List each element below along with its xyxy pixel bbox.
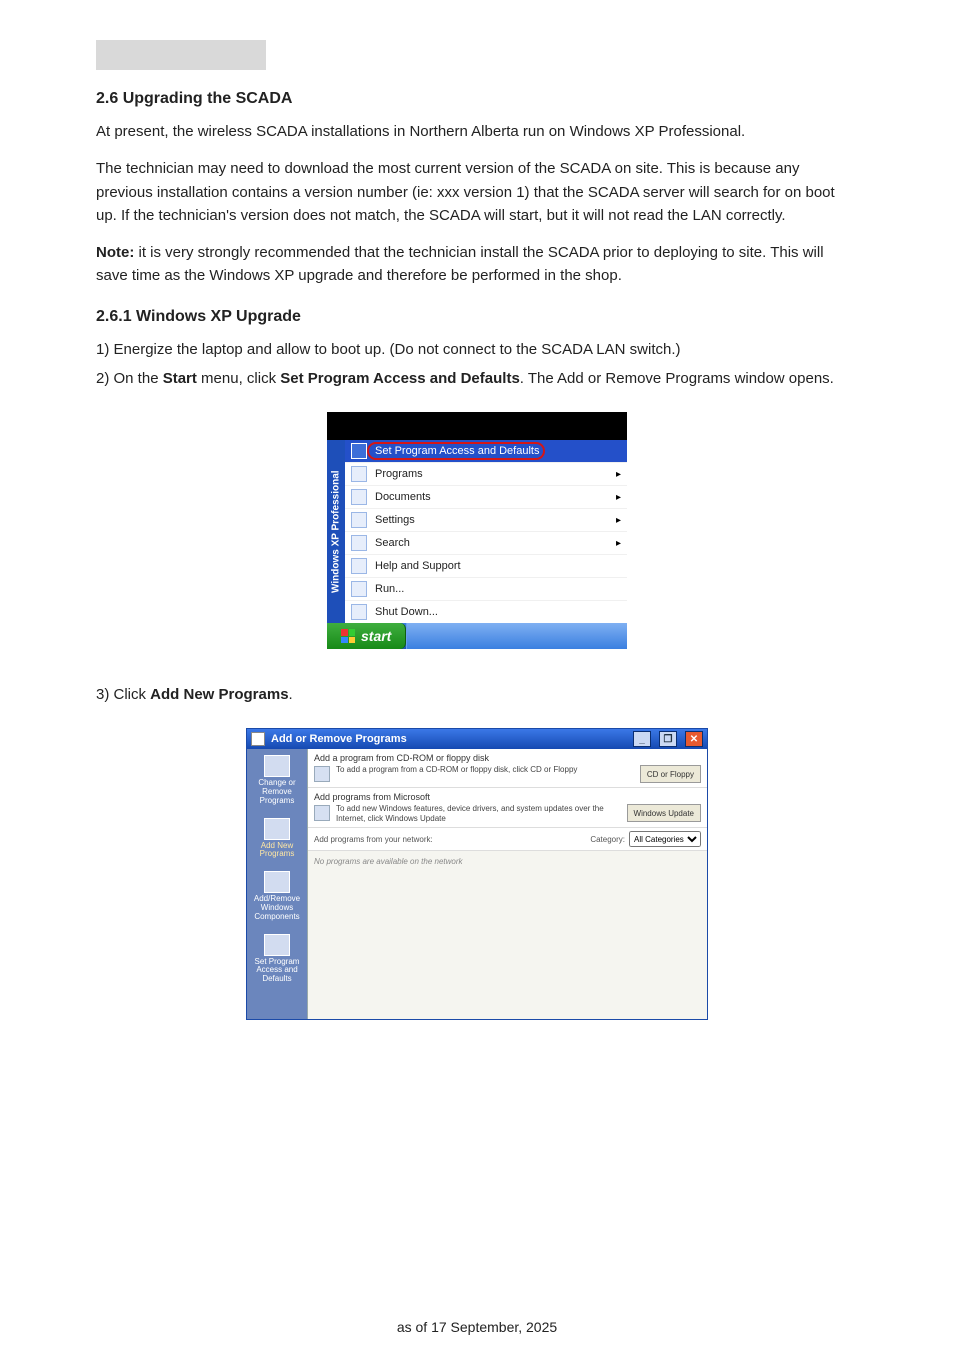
sidebar-label: Add/Remove Windows Components [254,894,300,921]
program-access-icon [264,934,290,956]
figure-start-menu: Windows XP Professional Set Program Acce… [96,412,858,649]
start-menu-item[interactable]: Documents ▸ [345,486,627,509]
minimize-button[interactable]: _ [633,731,651,747]
start-menu-item[interactable]: Help and Support [345,555,627,578]
start-menu-item[interactable]: Settings ▸ [345,509,627,532]
arp-sidebar: Change or Remove Programs Add New Progra… [247,749,307,1019]
note-label: Note: [96,244,134,261]
header-placeholder [96,40,266,70]
add-remove-programs-window: Add or Remove Programs _ ❐ ✕ Change or R… [246,728,708,1020]
section-title: 2.6 Upgrading the SCADA [96,90,858,108]
category-label: Category: [590,835,625,844]
desktop-area [327,412,627,440]
s3b: Add New Programs [150,686,288,703]
intro-p1: At present, the wireless SCADA installat… [96,120,858,143]
window-titlebar: Add or Remove Programs _ ❐ ✕ [247,729,707,749]
sidebar-label: Add New Programs [260,841,295,859]
windows-update-button[interactable]: Windows Update [627,804,701,822]
menu-item-label: Shut Down... [375,606,438,618]
start-button-label: start [361,628,391,644]
submenu-arrow-icon: ▸ [616,492,621,503]
menu-item-icon [351,581,367,597]
windows-components-icon [264,871,290,893]
submenu-arrow-icon: ▸ [616,538,621,549]
taskbar-tray [406,623,627,649]
submenu-arrow-icon: ▸ [616,469,621,480]
arp-network-row: Add programs from your network: Category… [308,828,707,851]
arp-empty-message: No programs are available on the network [308,851,707,1019]
menu-item-label: Run... [375,583,404,595]
s3c: . [289,686,293,703]
s3a: 3) Click [96,686,150,703]
start-menu-screenshot: Windows XP Professional Set Program Acce… [327,412,627,649]
menu-item-label: Settings [375,514,415,526]
s2-spad: Set Program Access and Defaults [280,370,520,387]
sidebar-item-change-remove[interactable]: Change or Remove Programs [249,753,305,805]
start-menu-item[interactable]: Programs ▸ [345,463,627,486]
s2-start: Start [163,370,197,387]
cd-icon [314,766,330,782]
window-icon [251,732,265,746]
page-footer: as of 17 September, 2025 [0,1319,954,1335]
menu-item-label: Help and Support [375,560,461,572]
arp-cdrom-header: Add a program from CD-ROM or floppy disk [314,753,701,763]
arp-ms-header: Add programs from Microsoft [314,792,701,802]
menu-item-label: Set Program Access and Defaults [375,445,539,457]
start-button[interactable]: start [327,623,406,649]
start-menu-item[interactable]: Search ▸ [345,532,627,555]
menu-item-label: Documents [375,491,431,503]
arp-section-cdrom: Add a program from CD-ROM or floppy disk… [308,749,707,788]
category-select[interactable]: All Categories [629,831,701,847]
arp-network-label: Add programs from your network: [314,835,433,844]
step-1: 1) Energize the laptop and allow to boot… [96,338,858,361]
note-text: it is very strongly recommended that the… [96,244,824,284]
menu-item-icon [351,604,367,620]
menu-item-icon [351,489,367,505]
windows-update-icon [314,805,330,821]
sidebar-label: Change or Remove Programs [258,778,295,805]
arp-main: Add a program from CD-ROM or floppy disk… [307,749,707,1019]
arp-cdrom-text: To add a program from a CD-ROM or floppy… [336,765,634,775]
change-remove-icon [264,755,290,777]
taskbar: start [327,623,627,649]
menu-item-icon [351,512,367,528]
start-menu-item[interactable]: Run... [345,578,627,601]
close-button[interactable]: ✕ [685,731,703,747]
cd-floppy-button[interactable]: CD or Floppy [640,765,701,783]
windows-flag-icon [341,629,355,643]
sidebar-item-program-access[interactable]: Set Program Access and Defaults [249,932,305,984]
submenu-arrow-icon: ▸ [616,515,621,526]
window-title: Add or Remove Programs [271,733,407,745]
maximize-button[interactable]: ❐ [659,731,677,747]
sidebar-item-windows-components[interactable]: Add/Remove Windows Components [249,869,305,921]
arp-ms-text: To add new Windows features, device driv… [336,804,621,823]
s2d: . The Add or Remove Programs window open… [520,370,834,387]
figure-add-remove-programs: Add or Remove Programs _ ❐ ✕ Change or R… [96,728,858,1020]
s2b: menu, click [197,370,280,387]
menu-item-icon [351,535,367,551]
start-menu-item[interactable]: Set Program Access and Defaults [345,440,627,463]
menu-item-label: Search [375,537,410,549]
intro-p2: The technician may need to download the … [96,157,858,227]
intro-note: Note: it is very strongly recommended th… [96,241,858,288]
add-new-icon [264,818,290,840]
sidebar-item-add-new[interactable]: Add New Programs [249,816,305,860]
arp-section-msupdate: Add programs from Microsoft To add new W… [308,788,707,828]
step-3: 3) Click Add New Programs. [96,683,858,706]
menu-item-label: Programs [375,468,423,480]
sidebar-label: Set Program Access and Defaults [255,957,300,984]
menu-item-icon [351,558,367,574]
subsection-title: 2.6.1 Windows XP Upgrade [96,308,858,326]
start-menu-item[interactable]: Shut Down... [345,601,627,623]
menu-item-icon [351,466,367,482]
s2a: 2) On the [96,370,163,387]
windows-xp-brand-bar: Windows XP Professional [327,440,345,623]
step-2: 2) On the Start menu, click Set Program … [96,367,858,390]
menu-item-icon [351,443,367,459]
